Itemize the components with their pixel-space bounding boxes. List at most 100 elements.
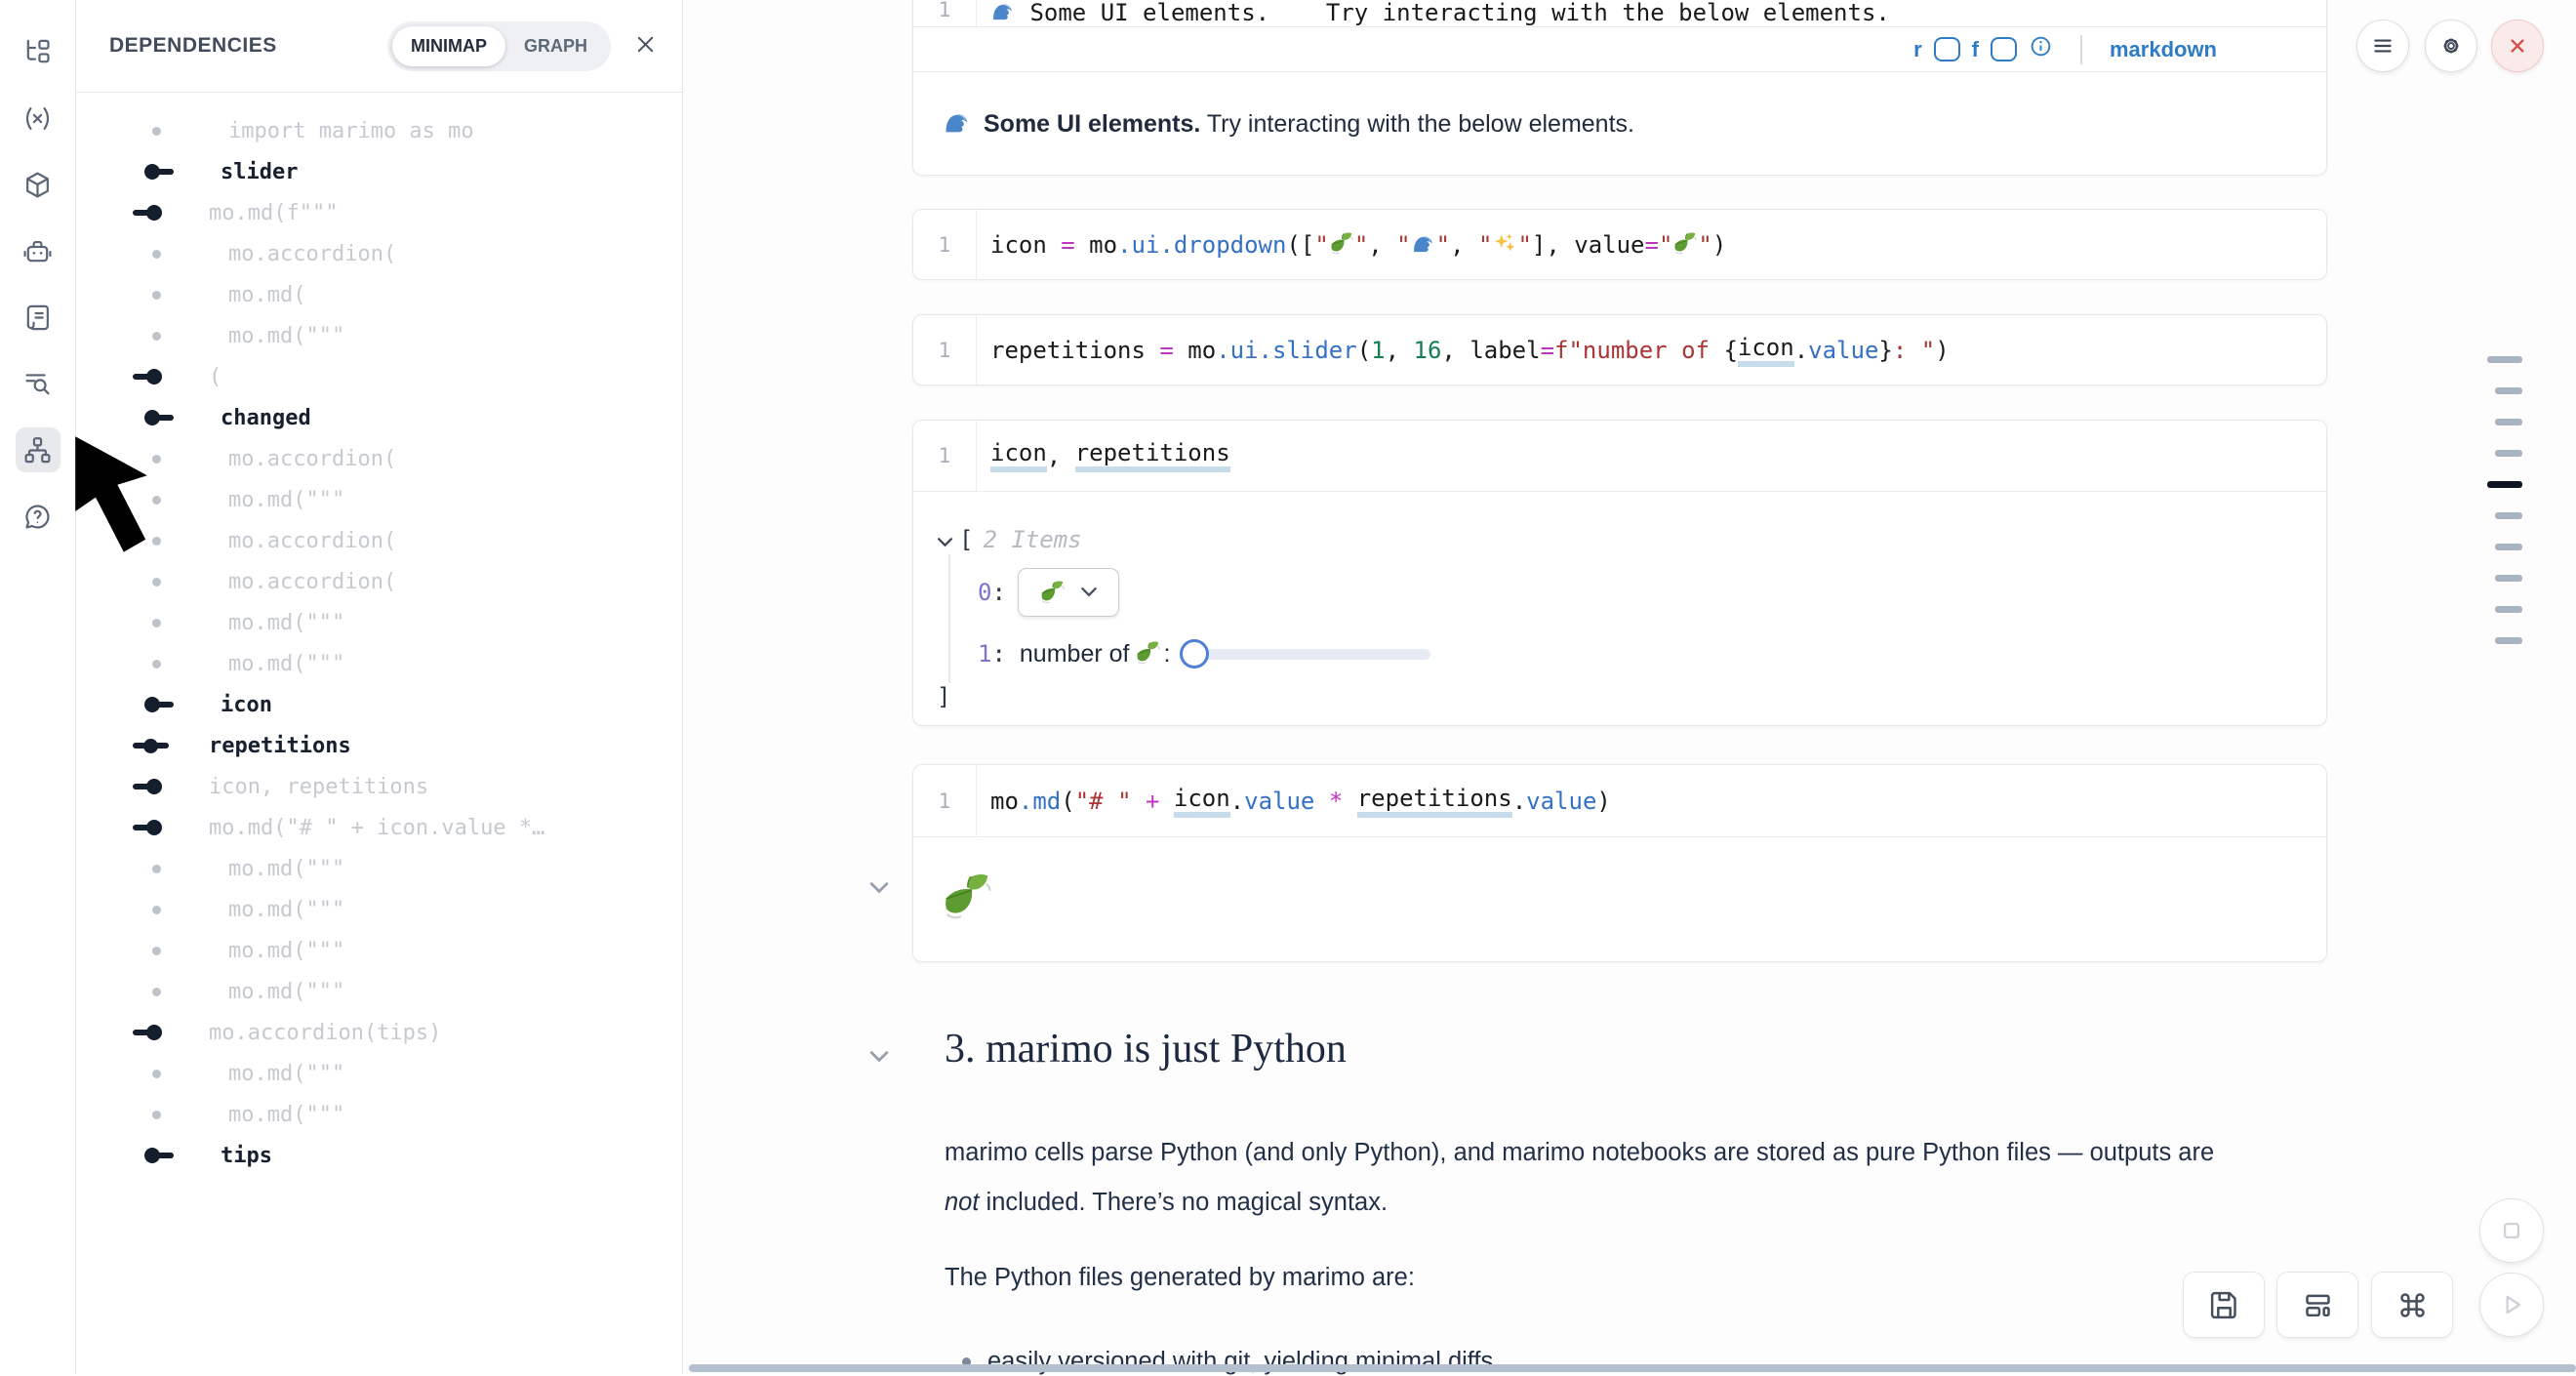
shortcuts-button[interactable] xyxy=(2371,1272,2453,1338)
cell-tuple: 1 icon, repetitions [ 2 Items 0: xyxy=(912,420,2327,726)
dependency-item[interactable]: mo.accordion( xyxy=(76,520,682,561)
code-line[interactable]: icon, repetitions xyxy=(977,421,1230,491)
stop-button[interactable] xyxy=(2479,1198,2544,1263)
dependency-item-label: mo.md(""" xyxy=(228,898,344,922)
cell-markdown-intro: 1 Some UI elements. Try interacting with… xyxy=(912,0,2327,176)
sidebar-item-variables[interactable] xyxy=(16,96,60,141)
dependency-item[interactable]: slider xyxy=(76,151,682,192)
sidebar-item-logs-search[interactable] xyxy=(16,361,60,406)
output-collapse-chevron[interactable] xyxy=(866,879,892,899)
horizontal-scrollbar[interactable] xyxy=(689,1364,2576,1372)
minimap-cell-bar[interactable] xyxy=(2487,481,2522,488)
code-line[interactable]: Some UI elements. Try interacting with t… xyxy=(977,0,1890,26)
dependency-marker-icon xyxy=(131,274,217,315)
sidebar-item-help[interactable] xyxy=(16,494,60,539)
reactive-checkbox[interactable] xyxy=(1934,37,1960,61)
tree-collapse-icon[interactable] xyxy=(937,526,953,553)
sidebar-item-packages[interactable] xyxy=(16,162,60,207)
dependency-item[interactable]: mo.md(""" xyxy=(76,1094,682,1135)
slider-label: number of xyxy=(1020,640,1130,668)
dependency-item[interactable]: icon, repetitions xyxy=(76,766,682,807)
minimap-cell-bar[interactable] xyxy=(2495,544,2522,550)
line-number: 1 xyxy=(913,210,977,279)
dependency-item-label: mo.md(""" xyxy=(228,611,344,635)
cell-editor-cut[interactable]: 1 Some UI elements. Try interacting with… xyxy=(913,0,2326,27)
dropdown-widget[interactable] xyxy=(1018,568,1119,617)
code-line[interactable]: mo.md("# " + icon.value * repetitions.va… xyxy=(977,765,1611,836)
wave-emoji xyxy=(943,108,972,140)
dependency-item[interactable]: mo.accordion(tips) xyxy=(76,1012,682,1053)
dependency-item-label: mo.md("# " + icon.value *… xyxy=(209,816,544,840)
sidebar-item-snippets[interactable] xyxy=(16,295,60,340)
output-tree: [ 2 Items 0: 1: number of : xyxy=(913,492,2326,712)
sparkles-emoji xyxy=(1492,231,1517,259)
menu-button[interactable] xyxy=(2356,20,2409,72)
dependency-item[interactable]: mo.md(""" xyxy=(76,848,682,889)
save-button[interactable] xyxy=(2183,1272,2265,1338)
close-x-icon xyxy=(2505,33,2530,59)
dependency-item[interactable]: repetitions xyxy=(76,725,682,766)
sidebar-item-ai-assistant[interactable] xyxy=(16,228,60,273)
dependency-marker-icon xyxy=(131,971,217,1012)
dependency-item[interactable]: mo.md(""" xyxy=(76,971,682,1012)
dependency-item-label: import marimo as mo xyxy=(228,119,474,143)
code-line[interactable]: icon = mo.ui.dropdown(["", "", ""], valu… xyxy=(977,210,1726,279)
dependency-marker-icon xyxy=(131,930,217,971)
minimap-cell-bar[interactable] xyxy=(2495,450,2522,457)
dependency-item[interactable]: mo.accordion( xyxy=(76,438,682,479)
dependency-item[interactable]: mo.accordion( xyxy=(76,233,682,274)
dependency-item[interactable]: mo.md(""" xyxy=(76,479,682,520)
dependency-item-label: mo.accordion( xyxy=(228,447,396,471)
dependency-item[interactable]: mo.accordion( xyxy=(76,561,682,602)
language-mode-label[interactable]: markdown xyxy=(2110,37,2217,62)
help-bubble-icon xyxy=(22,502,53,532)
dependency-marker-icon xyxy=(131,1135,209,1176)
dependency-item[interactable]: mo.md( xyxy=(76,274,682,315)
dependency-item[interactable]: mo.md(""" xyxy=(76,602,682,643)
dependency-item-label: mo.md(""" xyxy=(228,980,344,1004)
minimap-cell-bar[interactable] xyxy=(2495,606,2522,613)
minimap-cell-bar[interactable] xyxy=(2487,356,2522,363)
dependency-minimap-list: import marimo as mo slider mo.md(f""" mo… xyxy=(76,93,682,1176)
package-cube-icon xyxy=(22,170,53,200)
run-button[interactable] xyxy=(2479,1273,2544,1337)
command-icon xyxy=(2396,1289,2429,1321)
format-checkbox[interactable] xyxy=(1991,37,2017,61)
dependency-item[interactable]: mo.md(f""" xyxy=(76,192,682,233)
dependency-item[interactable]: mo.md(""" xyxy=(76,315,682,356)
code-line[interactable]: repetitions = mo.ui.slider(1, 16, label=… xyxy=(977,315,1950,384)
dependency-item[interactable]: mo.md(""" xyxy=(76,889,682,930)
info-icon[interactable] xyxy=(2029,34,2053,64)
dependency-item[interactable]: import marimo as mo xyxy=(76,110,682,151)
settings-button[interactable] xyxy=(2425,20,2477,72)
dependency-item[interactable]: mo.md(""" xyxy=(76,930,682,971)
dependency-item[interactable]: mo.md("# " + icon.value *… xyxy=(76,807,682,848)
minimap-cell-bar[interactable] xyxy=(2495,575,2522,582)
sidebar-item-file-tree[interactable] xyxy=(16,29,60,74)
dependency-marker-icon xyxy=(131,1012,197,1053)
dependency-marker-icon xyxy=(131,684,209,725)
dependency-item[interactable]: changed xyxy=(76,397,682,438)
minimap-cell-bar[interactable] xyxy=(2495,419,2522,425)
slider-handle[interactable] xyxy=(1180,639,1209,668)
dependency-item[interactable]: ( xyxy=(76,356,682,397)
cell-md-heading: 1 mo.md("# " + icon.value * repetitions.… xyxy=(912,764,2327,962)
minimap-cell-bar[interactable] xyxy=(2495,512,2522,519)
minimap-cell-bar[interactable] xyxy=(2495,637,2522,644)
dependency-item[interactable]: icon xyxy=(76,684,682,725)
dependency-item[interactable]: tips xyxy=(76,1135,682,1176)
toggle-minimap[interactable]: MINIMAP xyxy=(392,26,505,66)
dependency-item[interactable]: mo.md(""" xyxy=(76,643,682,684)
leaf-emoji xyxy=(1329,231,1354,259)
section-heading: 3. marimo is just Python xyxy=(945,1026,1347,1072)
toggle-graph[interactable]: GRAPH xyxy=(505,26,606,66)
section-collapse-chevron[interactable] xyxy=(866,1048,892,1068)
minimap-cell-bar[interactable] xyxy=(2495,387,2522,394)
shutdown-button[interactable] xyxy=(2491,20,2544,72)
panel-close-button[interactable] xyxy=(630,29,661,62)
dependency-item[interactable]: mo.md(""" xyxy=(76,1053,682,1094)
layout-button[interactable] xyxy=(2276,1272,2358,1338)
sidebar-item-dependencies[interactable] xyxy=(16,427,60,472)
slider-track[interactable] xyxy=(1193,649,1430,660)
dependency-item-label: mo.md(f""" xyxy=(209,201,338,225)
